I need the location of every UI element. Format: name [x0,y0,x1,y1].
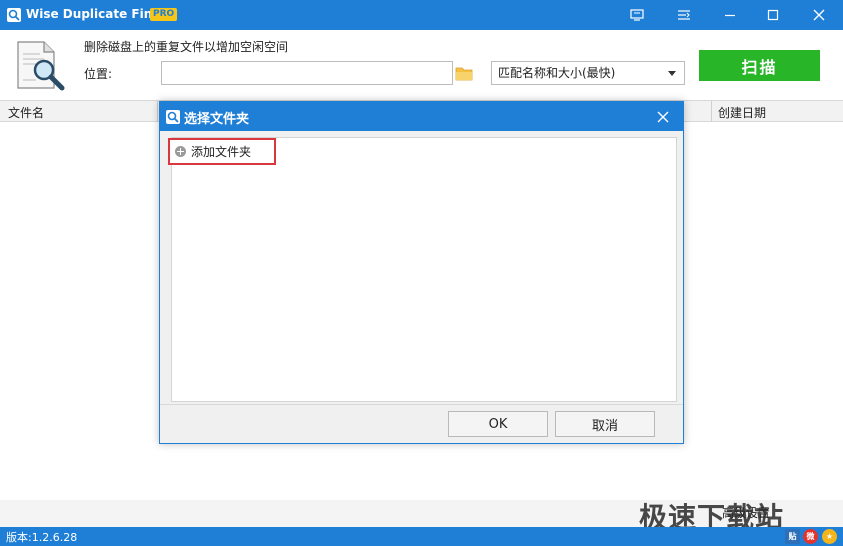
app-logo-icon [166,110,180,124]
maximize-icon [767,9,779,21]
add-folder-label: 添加文件夹 [191,145,252,159]
match-mode-value: 匹配名称和大小(最快) [498,66,616,80]
folder-icon [455,67,473,80]
location-input[interactable] [161,61,453,85]
add-folder-button[interactable]: 添加文件夹 [168,138,276,165]
browse-folder-button[interactable] [453,61,475,85]
dialog-divider [160,404,683,405]
close-button[interactable] [799,0,839,30]
document-search-icon [17,41,65,91]
column-created-date[interactable]: 创建日期 [718,104,766,121]
status-bar: 版本:1.2.6.28 贴 微 ★ [0,527,843,546]
header-panel: 删除磁盘上的重复文件以增加空闲空间 位置: 匹配名称和大小(最快) 扫描 [0,30,843,100]
chevron-down-icon [668,71,676,76]
app-logo-icon [7,8,21,22]
column-divider[interactable] [157,101,158,122]
dialog-close-button[interactable] [648,102,678,131]
close-icon [657,111,669,122]
plus-circle-icon [175,146,186,157]
folder-list[interactable]: 添加文件夹 [168,137,677,402]
dialog-title-bar: 选择文件夹 [160,102,683,131]
match-mode-select[interactable]: 匹配名称和大小(最快) [491,61,685,85]
version-label: 版本:1.2.6.28 [6,531,78,544]
menu-button[interactable] [664,0,704,30]
monitor-icon [630,9,644,21]
favorite-icon[interactable]: ★ [822,529,837,544]
maximize-button[interactable] [753,0,793,30]
title-bar: Wise Duplicate Finder PRO [0,0,843,30]
minimize-button[interactable] [710,0,750,30]
app-window: Wise Duplicate Finder PRO 删除磁盘上的重复文件以增加空… [0,0,843,546]
weibo-icon[interactable]: 微 [803,529,818,544]
tieba-icon[interactable]: 贴 [785,529,800,544]
cancel-button[interactable]: 取消 [555,411,655,437]
location-label: 位置: [84,67,113,81]
minimize-icon [725,14,735,17]
column-divider[interactable] [711,101,712,122]
ok-button[interactable]: OK [448,411,548,437]
dialog-title: 选择文件夹 [184,112,250,127]
pro-badge: PRO [150,8,178,21]
column-file-name[interactable]: 文件名 [8,104,44,121]
feedback-button[interactable] [617,0,657,30]
select-folder-dialog: 选择文件夹 添加文件夹 OK 取消 [159,101,684,444]
menu-icon [678,10,690,20]
close-icon [813,9,825,21]
app-description: 删除磁盘上的重复文件以增加空闲空间 [84,40,289,54]
scan-button[interactable]: 扫描 [699,50,820,81]
